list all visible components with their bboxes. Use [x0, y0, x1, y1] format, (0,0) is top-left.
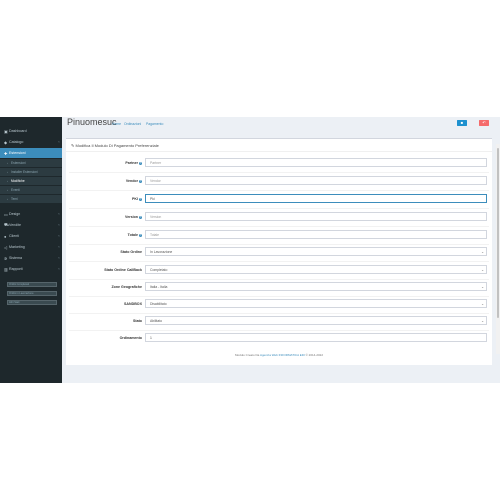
sandbox-label: SANDBOX [124, 302, 142, 306]
breadcrumb-orders[interactable]: Ordinazioni [124, 122, 141, 126]
sort-order-input[interactable]: 1 [145, 333, 487, 342]
chevron-down-icon: ⌄ [481, 302, 484, 306]
breadcrumb-home[interactable]: Home [112, 122, 121, 126]
row-divider [69, 296, 489, 297]
sidebar-item-design[interactable]: ▭ Design ‹ [0, 209, 62, 219]
geo-zone-label: Zone Geografiche [111, 285, 142, 289]
scrollbar[interactable] [496, 144, 500, 354]
panel-title: ✎ Modifica Il Modulo Di Pagamento Prefer… [71, 143, 159, 148]
footer-credit: Modulo Creato Da Agenzia Web INFORMATICA… [234, 353, 323, 357]
reply-icon: ↶ [482, 120, 486, 125]
pki-label: PKI? [132, 197, 142, 201]
sidebar-item-system[interactable]: ✲ Sistema ‹ [0, 253, 62, 263]
form-row-version: Version? Version [66, 212, 492, 222]
sidebar: ▣ Dashboard ◆ Catalogo ‹ ✚ Estensioni › … [0, 117, 62, 383]
row-divider [69, 208, 489, 209]
vendor-input[interactable]: Vendor [145, 176, 487, 185]
form-row-status: Stato Abilitato ⌄ [66, 316, 492, 326]
form-row-callback-status: Stato Ordine CallBack Completato ⌄ [66, 265, 492, 275]
form-row-order-status: Stato Ordine In Lavorazione ⌄ [66, 247, 492, 257]
row-divider [69, 261, 489, 262]
callback-status-select[interactable]: Completato ⌄ [145, 265, 487, 274]
sidebar-item-reports[interactable]: ▥ Rapporti ‹ [0, 264, 62, 274]
help-icon[interactable]: ? [139, 197, 142, 201]
row-divider [69, 172, 489, 173]
save-icon: ■ [460, 120, 464, 125]
footer-link[interactable]: Agenzia Web INFORMATICA EDI [260, 353, 305, 357]
form-panel: ✎ Modifica Il Modulo Di Pagamento Prefer… [66, 138, 492, 365]
help-icon[interactable]: ? [139, 215, 142, 219]
help-icon[interactable]: ? [139, 161, 142, 165]
sidebar-subitem-themes[interactable]: › Temi [0, 195, 62, 203]
total-label: Totale? [127, 233, 142, 237]
chevron-down-icon: ⌄ [481, 268, 484, 272]
sidebar-subitem-events[interactable]: › Eventi [0, 186, 62, 194]
breadcrumb-payment[interactable]: Pagamento [146, 122, 163, 126]
other-status-meter: Altri Stati [7, 300, 57, 305]
row-divider [69, 226, 489, 227]
row-divider [69, 330, 489, 331]
sidebar-subitem-modifications[interactable]: › Modifiche [0, 177, 62, 185]
version-input[interactable]: Version [145, 212, 487, 221]
callback-status-label: Stato Ordine CallBack [104, 268, 142, 272]
version-label: Version? [125, 215, 142, 219]
sidebar-item-sales[interactable]: ⛟ Vendite ‹ [0, 220, 62, 230]
completed-orders-meter: Ordini Completati [7, 282, 57, 287]
save-button[interactable]: ■ [457, 120, 467, 126]
chevron-down-icon: ⌄ [481, 285, 484, 289]
chevron-down-icon: ⌄ [481, 250, 484, 254]
sidebar-subitem-installer[interactable]: › Installer Estensioni [0, 168, 62, 176]
partner-label: Partner? [125, 161, 142, 165]
form-row-geo-zone: Zone Geografiche Italia - Italia ⌄ [66, 282, 492, 292]
form-row-sort-order: Ordinamento 1 [66, 333, 492, 343]
sort-order-label: Ordinamento [119, 336, 142, 340]
order-status-select[interactable]: In Lavorazione ⌄ [145, 247, 487, 256]
sidebar-item-marketing[interactable]: ◁ Marketing ‹ [0, 242, 62, 252]
page-title: Pinuomesuc [67, 117, 117, 127]
total-input[interactable]: Totale [145, 230, 487, 239]
cancel-button[interactable]: ↶ [479, 120, 489, 126]
sidebar-item-customers[interactable]: ● Clienti ‹ [0, 231, 62, 241]
form-row-sandbox: SANDBOX Disabilitato ⌄ [66, 299, 492, 309]
row-divider [69, 279, 489, 280]
status-select[interactable]: Abilitato ⌄ [145, 316, 487, 325]
pki-input[interactable]: Pki [145, 194, 487, 203]
form-row-vendor: Vendor? Vendor [66, 176, 492, 186]
row-divider [69, 244, 489, 245]
order-status-label: Stato Ordine [120, 250, 142, 254]
pencil-icon: ✎ [71, 143, 75, 148]
sidebar-item-catalog[interactable]: ◆ Catalogo ‹ [0, 137, 62, 147]
partner-input[interactable]: Partner [145, 158, 487, 167]
geo-zone-select[interactable]: Italia - Italia ⌄ [145, 282, 487, 291]
form-row-pki: PKI? Pki [66, 194, 492, 204]
row-divider [69, 190, 489, 191]
chevron-down-icon: ⌄ [481, 319, 484, 323]
row-divider [69, 313, 489, 314]
vendor-label: Vendor? [125, 179, 142, 183]
sidebar-subitem-extensions[interactable]: › Estensioni [0, 159, 62, 167]
screenshot-frame: ▣ Dashboard ◆ Catalogo ‹ ✚ Estensioni › … [0, 117, 500, 383]
processing-orders-meter: Ordini in Lavorazione [7, 291, 57, 296]
help-icon[interactable]: ? [139, 179, 142, 183]
sidebar-item-extensions[interactable]: ✚ Estensioni [0, 148, 62, 158]
status-label: Stato [133, 319, 142, 323]
help-icon[interactable]: ? [139, 233, 142, 237]
form-row-partner: Partner? Partner [66, 158, 492, 168]
sidebar-item-dashboard[interactable]: ▣ Dashboard [0, 126, 62, 136]
main-content: Pinuomesuc Home Ordinazioni Pagamento ■ … [62, 117, 500, 383]
sandbox-select[interactable]: Disabilitato ⌄ [145, 299, 487, 308]
scrollbar-thumb[interactable] [496, 148, 500, 318]
panel-divider [66, 151, 492, 152]
form-row-total: Totale? Totale [66, 230, 492, 240]
